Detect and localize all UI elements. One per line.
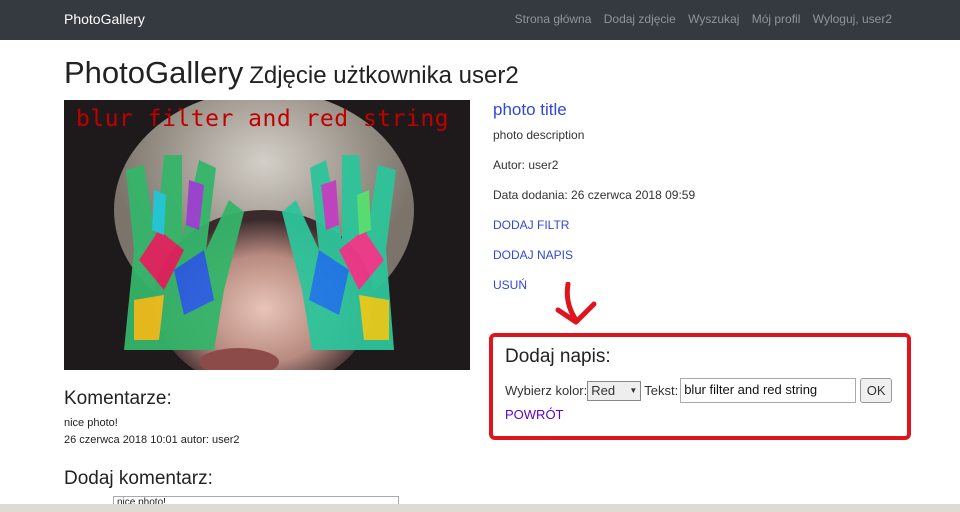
photo-image: blur filter and red string xyxy=(64,100,470,370)
add-caption-form: Dodaj napis: Wybierz kolor: Red ▼ Tekst:… xyxy=(489,333,911,440)
nav-link-profile[interactable]: Mój profil xyxy=(752,12,801,26)
add-comment-heading: Dodaj komentarz: xyxy=(64,468,213,489)
chevron-down-icon: ▼ xyxy=(629,386,638,395)
nav-link-home[interactable]: Strona główna xyxy=(515,12,592,26)
color-label: Wybierz kolor: xyxy=(505,383,588,398)
nav-link-search[interactable]: Wyszukaj xyxy=(688,12,739,26)
window-bottom-bar xyxy=(0,504,960,512)
photo-caption-overlay: blur filter and red string xyxy=(76,106,450,132)
navbar: PhotoGallery Strona główna Dodaj zdjęcie… xyxy=(0,0,960,40)
red-arrow-annotation xyxy=(555,282,597,325)
page-title: PhotoGallery xyxy=(64,55,244,90)
page-heading: PhotoGallery Zdjęcie użtkownika user2 xyxy=(64,55,519,91)
nav-link-logout[interactable]: Wyloguj, user2 xyxy=(813,12,892,26)
comments-heading: Komentarze: xyxy=(64,388,172,409)
photo-artwork xyxy=(64,100,470,370)
nav-link-add-photo[interactable]: Dodaj zdjęcie xyxy=(604,12,676,26)
nav-links: Strona główna Dodaj zdjęcie Wyszukaj Mój… xyxy=(506,12,892,26)
color-select[interactable]: Red ▼ xyxy=(587,380,642,401)
text-label: Tekst: xyxy=(644,383,679,398)
caption-form-row: Wybierz kolor: Red ▼ Tekst: blur filter … xyxy=(505,378,893,403)
photo-description: photo description xyxy=(493,128,585,142)
delete-link[interactable]: USUŃ xyxy=(493,278,527,292)
page-subtitle: Zdjęcie użtkownika user2 xyxy=(249,62,519,89)
ok-button[interactable]: OK xyxy=(860,378,893,403)
photo-date: Data dodania: 26 czerwca 2018 09:59 xyxy=(493,188,696,202)
comment-text: nice photo! xyxy=(64,417,118,429)
form-title: Dodaj napis: xyxy=(505,346,611,367)
caption-text-input[interactable]: blur filter and red string xyxy=(680,378,857,403)
add-filter-link[interactable]: DODAJ FILTR xyxy=(493,218,569,232)
photo-details: photo title photo description Autor: use… xyxy=(493,100,695,292)
photo-author: Autor: user2 xyxy=(493,158,559,172)
brand-link[interactable]: PhotoGallery xyxy=(64,11,145,27)
add-caption-link[interactable]: DODAJ NAPIS xyxy=(493,248,573,262)
comment-meta: 26 czerwca 2018 10:01 autor: user2 xyxy=(64,434,240,446)
color-select-value: Red xyxy=(591,383,616,398)
back-link[interactable]: POWRÓT xyxy=(505,407,564,422)
photo-title: photo title xyxy=(493,100,567,119)
